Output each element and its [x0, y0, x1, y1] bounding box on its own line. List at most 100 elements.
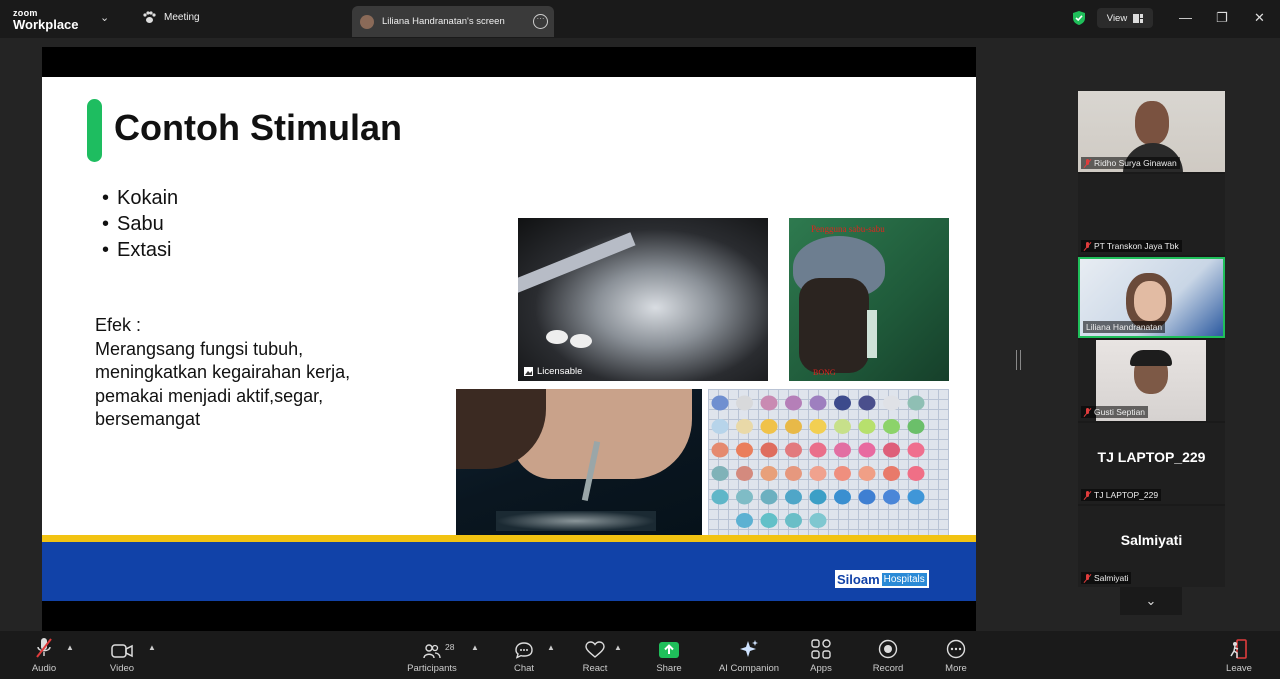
pill-shape [711, 489, 729, 505]
pill-shape [858, 489, 876, 505]
effect-line: bersemangat [95, 409, 201, 429]
chat-label: Chat [513, 663, 535, 674]
more-button[interactable]: More [936, 631, 976, 679]
leave-button[interactable]: Leave [1220, 631, 1258, 679]
pill-shape [711, 395, 729, 411]
minimize-icon[interactable]: — [1179, 10, 1192, 25]
zoom-workplace-logo[interactable]: zoom Workplace [13, 8, 79, 32]
share-button[interactable]: Share [650, 631, 688, 679]
participants-count-badge: 28 [445, 642, 455, 652]
bullet-item: Extasi [102, 237, 178, 263]
participant-name: TJ LAPTOP_229 [1094, 490, 1159, 500]
pill-shape [760, 442, 778, 458]
ecstasy-pills-photo [708, 389, 949, 535]
audio-options-chevron-icon[interactable]: ▲ [66, 643, 74, 652]
video-camera-icon [111, 644, 133, 658]
effect-text: Efek : Merangsang fungsi tubuh, meningka… [95, 314, 415, 432]
leave-label: Leave [1226, 663, 1252, 674]
react-button[interactable]: React [576, 631, 614, 679]
pill-shape [736, 395, 753, 411]
video-options-chevron-icon[interactable]: ▲ [148, 643, 156, 652]
tab-meeting[interactable]: Meeting [142, 11, 200, 24]
pill-shape [883, 419, 900, 434]
apps-button[interactable]: Apps [803, 631, 839, 679]
mic-muted-icon [1084, 158, 1091, 168]
video-tile[interactable]: PT Transkon Jaya Tbk [1078, 174, 1225, 255]
pill-shape [907, 395, 925, 411]
video-tile[interactable]: Ridho Surya Ginawan [1078, 91, 1225, 172]
title-accent-bar [87, 99, 102, 162]
pill-shape [760, 395, 778, 411]
close-icon[interactable]: ✕ [1254, 10, 1265, 26]
pill-shape [809, 395, 827, 411]
video-tile[interactable]: Gusti Septian [1078, 340, 1225, 421]
syringe-shape [518, 232, 636, 298]
scroll-down-button[interactable]: ⌄ [1120, 587, 1182, 615]
pill-shape [760, 489, 778, 505]
tab-shared-screen[interactable]: Liliana Handranatan's screen ··· [352, 6, 554, 37]
pill-shape [883, 466, 900, 481]
restore-icon[interactable]: ❐ [1216, 10, 1228, 26]
snorting-photo [456, 389, 702, 535]
grid-icon [1133, 13, 1144, 23]
pill-shape [834, 419, 851, 434]
pill-shape [883, 489, 900, 505]
panel-resize-handle[interactable] [1016, 350, 1021, 370]
apps-label: Apps [810, 663, 832, 674]
pill-shape [858, 395, 876, 411]
ai-companion-button[interactable]: AI Companion [714, 631, 784, 679]
effect-line: meningkatkan kegairahan kerja, [95, 362, 351, 382]
shared-screen[interactable]: Contoh Stimulan Kokain Sabu Extasi Efek … [42, 47, 976, 631]
participant-name-tag: Liliana Handranatan [1083, 321, 1166, 333]
person-face-shape [1134, 281, 1166, 321]
participant-name-tag: PT Transkon Jaya Tbk [1081, 240, 1182, 252]
smoker-photo: Pengguna sabu-sabu BONG [789, 218, 949, 381]
share-screen-icon [659, 642, 679, 658]
image-icon [524, 367, 533, 376]
effect-line: pemakai menjadi aktif,segar, [95, 385, 324, 406]
react-options-chevron-icon[interactable]: ▲ [614, 643, 622, 652]
chat-icon [515, 642, 533, 659]
mic-muted-icon [1084, 573, 1091, 583]
pill-shape [736, 513, 753, 528]
paw-icon [143, 11, 156, 23]
more-label: More [945, 663, 967, 674]
pill-shape [858, 419, 876, 434]
view-button[interactable]: View [1097, 8, 1153, 28]
audio-button[interactable]: Audio [24, 631, 64, 679]
record-button[interactable]: Record [868, 631, 908, 679]
mic-muted-icon [1084, 241, 1091, 251]
chevron-down-icon[interactable]: ⌄ [100, 11, 109, 24]
chat-button[interactable]: Chat [506, 631, 542, 679]
pill-shape [711, 442, 729, 458]
video-button[interactable]: Video [102, 631, 142, 679]
pill-shape [736, 419, 753, 434]
pill-shape [570, 334, 592, 348]
share-label: Share [656, 663, 682, 674]
chat-options-chevron-icon[interactable]: ▲ [547, 643, 555, 652]
pill-shape [907, 419, 925, 434]
participants-button[interactable]: Participants [402, 631, 462, 679]
shield-check-icon[interactable] [1072, 10, 1086, 26]
video-tile[interactable]: TJ LAPTOP_229 TJ LAPTOP_229 [1078, 423, 1225, 504]
bullet-item: Kokain [102, 185, 178, 211]
participant-name-tag: Gusti Septian [1081, 406, 1149, 418]
pill-shape [736, 442, 753, 458]
pill-shape [546, 330, 568, 344]
person-hair-shape [1130, 350, 1172, 366]
more-options-icon[interactable]: ··· [533, 14, 548, 29]
apps-icon [811, 639, 831, 659]
video-label: Video [109, 663, 135, 674]
video-tile-active-speaker[interactable]: Liliana Handranatan [1078, 257, 1225, 338]
brand-bottom-text: Workplace [13, 17, 79, 32]
participants-options-chevron-icon[interactable]: ▲ [471, 643, 479, 652]
pill-shape [809, 442, 827, 458]
more-icon [946, 639, 966, 659]
footer-yellow-stripe [42, 535, 976, 542]
participants-icon [423, 644, 441, 659]
video-tile[interactable]: Salmiyati Salmiyati [1078, 506, 1225, 587]
pill-shape [858, 466, 876, 481]
pill-shape [907, 466, 925, 481]
licensable-label: Licensable [537, 366, 583, 377]
pill-shape [883, 395, 900, 411]
